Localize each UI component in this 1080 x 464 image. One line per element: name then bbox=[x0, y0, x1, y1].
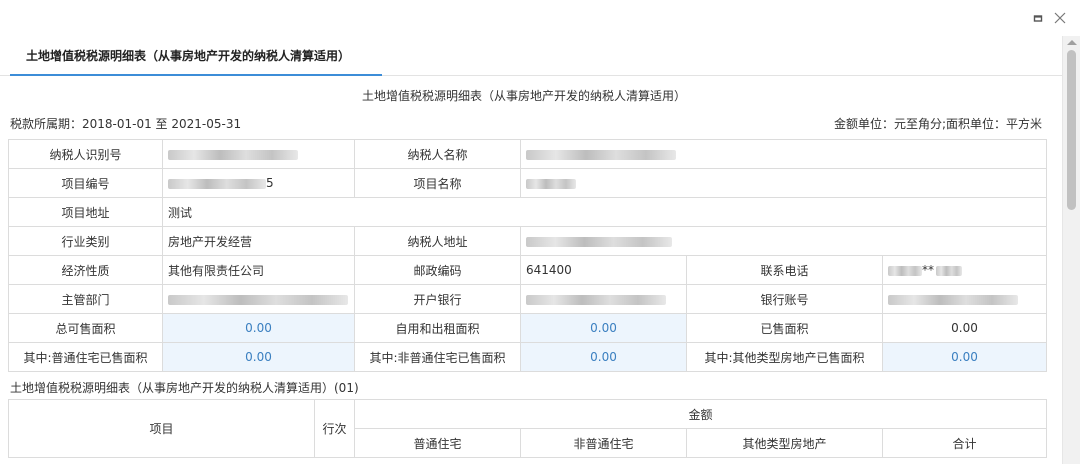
amount-header: 金额 bbox=[353, 399, 1048, 429]
nonordinary-housing-header: 非普通住宅 bbox=[520, 428, 687, 458]
bank-label: 开户银行 bbox=[354, 284, 521, 314]
phone-value: ** bbox=[881, 255, 1048, 285]
scroll-thumb[interactable] bbox=[1067, 50, 1076, 210]
sold-area-value: 0.00 bbox=[881, 313, 1048, 343]
table-row: 总可售面积 0.00 自用和出租面积 0.00 已售面积 0.00 bbox=[8, 313, 1048, 343]
total-header: 合计 bbox=[881, 428, 1048, 458]
redacted-block bbox=[888, 294, 1018, 305]
redacted-block bbox=[526, 149, 676, 160]
ordinary-sold-label: 其中:普通住宅已售面积 bbox=[8, 342, 163, 372]
tab-bar: 土地增值税税源明细表（从事房地产开发的纳税人清算适用） bbox=[0, 36, 1062, 76]
close-icon[interactable] bbox=[1052, 10, 1068, 26]
project-no-label: 项目编号 bbox=[8, 168, 163, 198]
tab-land-vat-detail[interactable]: 土地增值税税源明细表（从事房地产开发的纳税人清算适用） bbox=[10, 36, 382, 76]
postal-code-label: 邮政编码 bbox=[354, 255, 521, 285]
scroll-up-icon[interactable] bbox=[1067, 40, 1077, 45]
account-value bbox=[881, 284, 1048, 314]
table-row: 项目地址 测试 bbox=[8, 197, 1048, 227]
project-no-suffix: 5 bbox=[266, 176, 274, 190]
taxpayer-address-label: 纳税人地址 bbox=[354, 226, 521, 256]
project-name-value bbox=[519, 168, 1048, 198]
sold-area-label: 已售面积 bbox=[686, 313, 883, 343]
other-property-header: 其他类型房地产 bbox=[686, 428, 883, 458]
detail-table: 项目 行次 金额 普通住宅 非普通住宅 其他类型房地产 合计 bbox=[8, 399, 1048, 458]
taxpayer-name-value bbox=[519, 139, 1048, 169]
window-controls bbox=[1030, 8, 1068, 28]
project-address-label: 项目地址 bbox=[8, 197, 163, 227]
phone-label: 联系电话 bbox=[686, 255, 883, 285]
total-area-value[interactable]: 0.00 bbox=[162, 313, 355, 343]
table-row: 项目编号 5 项目名称 bbox=[8, 168, 1048, 198]
redacted-block bbox=[168, 294, 348, 305]
restore-icon[interactable] bbox=[1030, 10, 1046, 26]
nonordinary-sold-value[interactable]: 0.00 bbox=[520, 342, 687, 372]
taxpayer-id-value bbox=[162, 139, 355, 169]
self-use-area-label: 自用和出租面积 bbox=[354, 313, 521, 343]
phone-suffix: ** bbox=[922, 263, 934, 277]
other-sold-label: 其中:其他类型房地产已售面积 bbox=[686, 342, 883, 372]
meta-row: 税款所属期：2018-01-01 至 2021-05-31 金额单位：元至角分;… bbox=[10, 115, 1042, 133]
other-sold-value[interactable]: 0.00 bbox=[881, 342, 1048, 372]
taxpayer-id-label: 纳税人识别号 bbox=[8, 139, 163, 169]
table-row: 其中:普通住宅已售面积 0.00 其中:非普通住宅已售面积 0.00 其中:其他… bbox=[8, 342, 1048, 372]
table-row: 项目 行次 金额 bbox=[8, 399, 1048, 458]
row-no-header: 行次 bbox=[314, 399, 355, 458]
econ-type-value: 其他有限责任公司 bbox=[162, 255, 355, 285]
industry-label: 行业类别 bbox=[8, 226, 163, 256]
redacted-block bbox=[888, 265, 922, 276]
vertical-scrollbar[interactable] bbox=[1062, 36, 1080, 464]
ordinary-sold-value[interactable]: 0.00 bbox=[162, 342, 355, 372]
project-no-value: 5 bbox=[162, 168, 355, 198]
account-label: 银行账号 bbox=[686, 284, 883, 314]
taxpayer-address-value bbox=[519, 226, 1048, 256]
taxpayer-info-table: 纳税人识别号 纳税人名称 项目编号 5 项目名称 项目地址 测试 行业类别 房地… bbox=[8, 139, 1048, 372]
form-content: 土地增值税税源明细表（从事房地产开发的纳税人清算适用） 税款所属期：2018-0… bbox=[0, 77, 1062, 464]
taxpayer-name-label: 纳税人名称 bbox=[354, 139, 521, 169]
table-row: 行业类别 房地产开发经营 纳税人地址 bbox=[8, 226, 1048, 256]
dept-label: 主管部门 bbox=[8, 284, 163, 314]
unit-note: 金额单位：元至角分;面积单位：平方米 bbox=[833, 117, 1042, 131]
postal-code-value: 641400 bbox=[520, 255, 687, 285]
project-address-value[interactable]: 测试 bbox=[161, 197, 1048, 227]
ordinary-housing-header: 普通住宅 bbox=[354, 428, 521, 458]
item-header: 项目 bbox=[8, 399, 315, 458]
industry-value: 房地产开发经营 bbox=[162, 226, 355, 256]
table-row: 经济性质 其他有限责任公司 邮政编码 641400 联系电话 ** bbox=[8, 255, 1048, 285]
table-row: 主管部门 开户银行 银行账号 bbox=[8, 284, 1048, 314]
redacted-block bbox=[526, 294, 666, 305]
tax-period: 税款所属期：2018-01-01 至 2021-05-31 bbox=[10, 117, 242, 131]
dept-value bbox=[162, 284, 355, 314]
redacted-block bbox=[526, 178, 576, 189]
redacted-block bbox=[168, 149, 298, 160]
econ-type-label: 经济性质 bbox=[8, 255, 163, 285]
project-name-label: 项目名称 bbox=[354, 168, 521, 198]
table-row: 纳税人识别号 纳税人名称 bbox=[8, 139, 1048, 169]
document-title: 土地增值税税源明细表（从事房地产开发的纳税人清算适用） bbox=[361, 89, 686, 103]
self-use-area-value[interactable]: 0.00 bbox=[520, 313, 687, 343]
total-area-label: 总可售面积 bbox=[8, 313, 163, 343]
redacted-block bbox=[168, 178, 266, 189]
redacted-block bbox=[936, 265, 962, 276]
nonordinary-sold-label: 其中:非普通住宅已售面积 bbox=[354, 342, 521, 372]
redacted-block bbox=[526, 236, 672, 247]
section-title: 土地增值税税源明细表（从事房地产开发的纳税人清算适用）(01) bbox=[10, 381, 359, 395]
bank-value bbox=[520, 284, 687, 314]
